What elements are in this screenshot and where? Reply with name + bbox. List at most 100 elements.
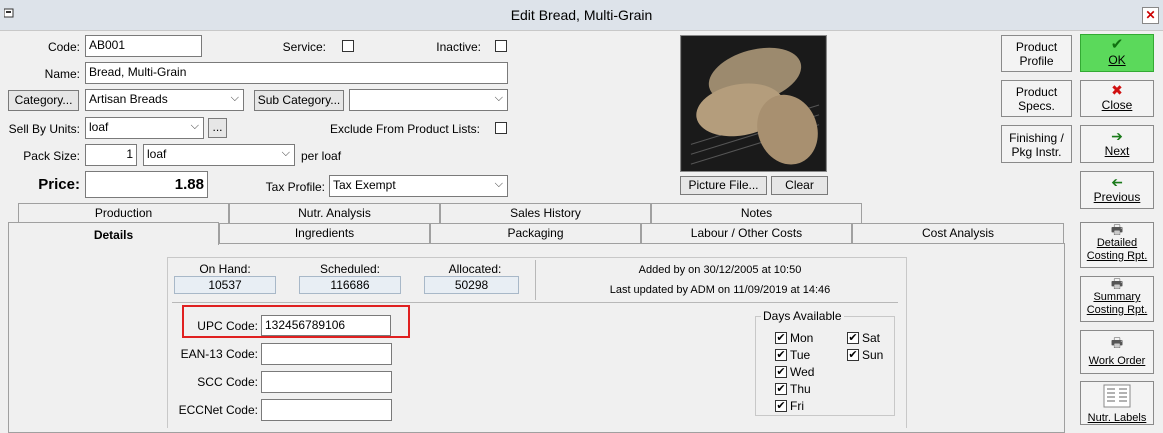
inactive-label: Inactive: [436,40,481,54]
pack-unit-value: loaf [147,147,167,161]
name-label: Name: [44,67,80,81]
close-label: Close [1101,98,1133,112]
day-mon-label: Mon [790,331,814,345]
arrow-right-icon: ➔ [1111,128,1123,144]
product-specs-button[interactable]: Product Specs. [1001,80,1072,117]
bread-loaves-image [681,36,826,171]
tax-profile-value: Tax Exempt [333,178,396,192]
summary-costing-report-button[interactable]: 🖶 Summary Costing Rpt. [1080,276,1154,322]
day-wed-checkbox[interactable]: ✔ [775,366,787,378]
ok-button[interactable]: ✔ OK [1080,34,1154,72]
close-button[interactable]: ✖ Close [1080,80,1154,117]
scheduled-value: 116686 [299,276,401,294]
work-order-button[interactable]: 🖶 Work Order [1080,330,1154,374]
scheduled-label: Scheduled: [319,262,381,276]
day-tue-checkbox[interactable]: ✔ [775,349,787,361]
divider [172,302,898,303]
clear-picture-button[interactable]: Clear [771,176,828,195]
divider [535,260,536,300]
upc-code-input[interactable]: 132456789106 [261,315,391,336]
product-profile-button[interactable]: Product Profile [1001,35,1072,72]
printer-icon: 🖶 [1110,222,1124,237]
scc-code-input[interactable] [261,371,392,393]
day-fri-checkbox[interactable]: ✔ [775,400,787,412]
scc-code-label: SCC Code: [197,375,258,389]
tab-nutr-analysis[interactable]: Nutr. Analysis [229,203,440,223]
sell-by-label: Sell By Units: [8,122,80,136]
per-unit-label: per loaf [301,149,342,163]
on-hand-label: On Hand: [199,262,251,276]
day-sat-label: Sat [862,331,881,345]
detailed-costing-report-button[interactable]: 🖶 Detailed Costing Rpt. [1080,222,1154,268]
code-label: Code: [47,40,80,54]
printer-icon: 🖶 [1110,335,1124,350]
tab-notes[interactable]: Notes [651,203,862,223]
day-tue-label: Tue [790,348,811,362]
day-fri-label: Fri [790,399,804,413]
picture-file-button[interactable]: Picture File... [680,176,767,195]
ean-13-code-label: EAN-13 Code: [180,347,258,361]
next-label: Next [1104,144,1130,158]
next-button[interactable]: ➔ Next [1080,125,1154,163]
summary-costing-label: Summary Costing Rpt. [1086,291,1148,316]
tab-packaging[interactable]: Packaging [430,223,641,243]
name-input[interactable]: Bread, Multi-Grain [85,62,508,84]
printer-icon: 🖶 [1110,276,1124,291]
work-order-label: Work Order [1088,355,1146,367]
close-window-icon[interactable]: ✕ [1142,7,1159,24]
day-sun-checkbox[interactable]: ✔ [847,349,859,361]
chevron-down-icon: ⌵ [494,92,503,104]
tab-sales-history[interactable]: Sales History [440,203,651,223]
sell-by-ellipsis-button[interactable]: ... [208,118,227,138]
detailed-costing-label: Detailed Costing Rpt. [1086,237,1148,262]
day-thu-label: Thu [790,382,811,396]
eccnet-code-input[interactable] [261,399,392,421]
sell-by-value: loaf [89,120,109,134]
inactive-checkbox[interactable] [495,40,507,52]
pack-unit-select[interactable]: loaf ⌵ [143,144,295,166]
day-sun-label: Sun [862,348,884,362]
tab-cost-analysis[interactable]: Cost Analysis [852,223,1064,243]
tab-ingredients[interactable]: Ingredients [219,223,430,243]
arrow-left-icon: ➔ [1111,174,1123,190]
exclude-checkbox[interactable] [495,122,507,134]
last-updated-text: Last updated by ADM on 11/09/2019 at 14:… [609,284,831,296]
tax-profile-select[interactable]: Tax Exempt ⌵ [329,175,508,197]
tab-production[interactable]: Production [18,203,229,223]
added-by-text: Added by on 30/12/2005 at 10:50 [638,264,802,276]
eccnet-code-label: ECCNet Code: [178,403,258,417]
category-button[interactable]: Category... [8,90,79,111]
day-thu-checkbox[interactable]: ✔ [775,383,787,395]
service-label: Service: [282,40,326,54]
service-checkbox[interactable] [342,40,354,52]
category-value: Artisan Breads [89,92,168,106]
day-wed-label: Wed [790,365,815,379]
pack-size-input[interactable]: 1 [85,144,137,166]
exclude-label: Exclude From Product Lists: [329,122,480,136]
checkmark-icon: ✔ [1110,36,1124,53]
tab-details[interactable]: Details [8,222,219,245]
chevron-down-icon: ⌵ [230,92,239,104]
chevron-down-icon: ⌵ [190,120,199,132]
product-picture [680,35,827,172]
code-input[interactable]: AB001 [85,35,202,57]
sub-category-select[interactable]: ⌵ [349,89,508,111]
title-bar: Edit Bread, Multi-Grain ✕ [0,0,1163,31]
day-mon-checkbox[interactable]: ✔ [775,332,787,344]
on-hand-value: 10537 [174,276,276,294]
category-select[interactable]: Artisan Breads ⌵ [85,89,244,111]
ok-label: OK [1108,53,1126,67]
sub-category-button[interactable]: Sub Category... [254,90,344,111]
days-available-title: Days Available [761,309,844,323]
previous-button[interactable]: ➔ Previous [1080,171,1154,209]
allocated-label: Allocated: [448,262,502,276]
day-sat-checkbox[interactable]: ✔ [847,332,859,344]
finishing-pkg-button[interactable]: Finishing / Pkg Instr. [1001,125,1072,163]
nutr-labels-label: Nutr. Labels [1087,412,1147,424]
price-input[interactable]: 1.88 [85,171,208,198]
ean-13-code-input[interactable] [261,343,392,365]
nutr-labels-button[interactable]: Nutr. Labels [1080,381,1154,425]
upc-code-label: UPC Code: [197,319,258,333]
tab-labour-other-costs[interactable]: Labour / Other Costs [641,223,852,243]
sell-by-select[interactable]: loaf ⌵ [85,117,204,139]
